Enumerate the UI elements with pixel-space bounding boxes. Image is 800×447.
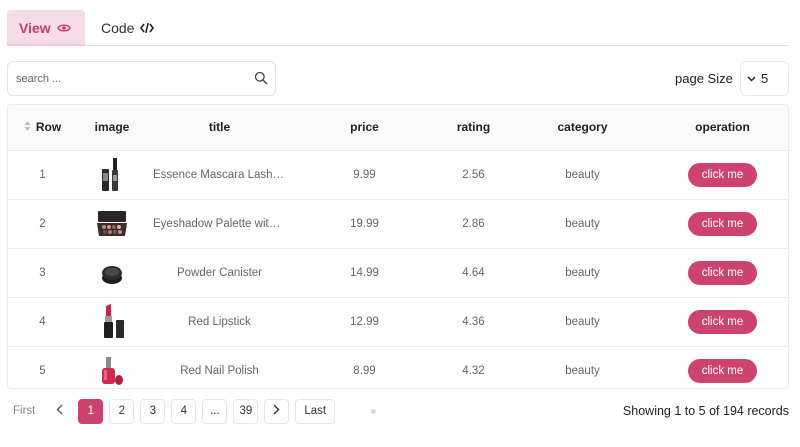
pagination-next[interactable] (264, 398, 290, 424)
price-cell: 9.99 (353, 168, 376, 181)
rating-cell: 4.32 (462, 364, 485, 377)
title-cell: Essence Mascara Lash Pri... (153, 168, 292, 181)
powder-canister-icon (77, 249, 147, 297)
column-header-rating: rating (456, 120, 491, 135)
tab-active-indicator (7, 44, 85, 46)
pagination-page[interactable]: 4 (171, 398, 197, 424)
loading-dot (371, 409, 376, 414)
title-cell: Eyeshadow Palette with ... (153, 217, 288, 230)
chevron-left-icon (56, 404, 63, 418)
pagination-first[interactable]: First (7, 398, 42, 424)
title-cell: Powder Canister (176, 266, 262, 279)
row-number-cell: 1 (39, 168, 46, 181)
column-header-title: title (208, 120, 231, 135)
pagination-ellipsis[interactable]: ... (202, 398, 228, 424)
price-cell: 14.99 (350, 266, 379, 279)
table-row: 5 Red Nail Polish 8.99 4.32 beauty click… (8, 346, 788, 389)
table-row: 3 Powder Canister 14.99 4.64 beauty clic… (8, 248, 788, 297)
click-me-button[interactable]: click me (688, 162, 757, 187)
row-number-cell: 2 (39, 217, 46, 230)
click-me-button[interactable]: click me (688, 358, 757, 383)
page-size-value: 5 (761, 71, 769, 86)
rating-cell: 2.56 (462, 168, 485, 181)
category-cell: beauty (565, 364, 600, 377)
table-row: 1 Essence Mascara Lash Pri... 9.99 2.56 … (8, 150, 788, 199)
column-header-category: category (557, 120, 608, 135)
records-summary: Showing 1 to 5 of 194 records (622, 404, 789, 418)
pagination-prev[interactable] (47, 398, 73, 424)
rating-cell: 4.64 (462, 266, 485, 279)
code-icon (140, 22, 155, 34)
table-row: 2 Eyeshadow Palette with ... 19.99 2.86 … (8, 199, 788, 248)
lipstick-icon (77, 298, 147, 346)
eye-icon (56, 23, 71, 33)
mascara-icon (77, 151, 147, 199)
pagination-page[interactable]: 1 (78, 398, 104, 424)
click-me-button[interactable]: click me (688, 309, 757, 334)
title-cell: Red Nail Polish (180, 364, 259, 377)
click-me-button[interactable]: click me (688, 211, 757, 236)
data-table: Row image title price rating category op… (7, 104, 789, 389)
price-cell: 8.99 (353, 364, 376, 377)
category-cell: beauty (565, 266, 600, 279)
row-number-cell: 3 (39, 266, 46, 279)
search-icon[interactable] (254, 71, 268, 90)
column-header-price: price (350, 120, 379, 135)
eyeshadow-palette-icon (77, 200, 147, 248)
title-cell: Red Lipstick (188, 315, 251, 328)
click-me-button[interactable]: click me (688, 260, 757, 285)
chevron-down-icon (747, 76, 756, 82)
row-number-cell: 5 (39, 364, 46, 377)
column-header-row[interactable]: Row (8, 105, 77, 150)
table-row: 4 Red Lipstick 12.99 4.36 beauty click m… (8, 297, 788, 346)
tab-code[interactable]: Code (101, 10, 181, 45)
sort-icon (24, 120, 31, 135)
table-header-row: Row image title price rating category op… (8, 105, 788, 150)
column-header-operation: operation (695, 120, 750, 135)
pagination-page[interactable]: 39 (233, 398, 259, 424)
search-input[interactable] (16, 70, 246, 88)
page-size-label: page Size (675, 71, 733, 86)
tab-view-label: View (19, 19, 51, 36)
pagination-last[interactable]: Last (295, 398, 336, 424)
page-size-select[interactable]: 5 (740, 61, 789, 96)
view-code-tabs: View Code (7, 10, 789, 46)
tab-code-label: Code (101, 19, 135, 36)
category-cell: beauty (565, 168, 600, 181)
rating-cell: 4.36 (462, 315, 485, 328)
column-header-image: image (94, 120, 130, 135)
pagination-page[interactable]: 2 (109, 398, 135, 424)
price-cell: 12.99 (350, 315, 379, 328)
nail-polish-icon (77, 347, 147, 389)
tab-view[interactable]: View (7, 10, 85, 46)
column-header-row-label: Row (35, 120, 62, 135)
pagination-page[interactable]: 3 (140, 398, 166, 424)
pagination: First 1 2 3 4 ... 39 Last (7, 398, 341, 424)
category-cell: beauty (565, 217, 600, 230)
category-cell: beauty (565, 315, 600, 328)
rating-cell: 2.86 (462, 217, 485, 230)
chevron-right-icon (273, 404, 280, 418)
search-box (7, 61, 276, 96)
row-number-cell: 4 (39, 315, 46, 328)
price-cell: 19.99 (350, 217, 379, 230)
